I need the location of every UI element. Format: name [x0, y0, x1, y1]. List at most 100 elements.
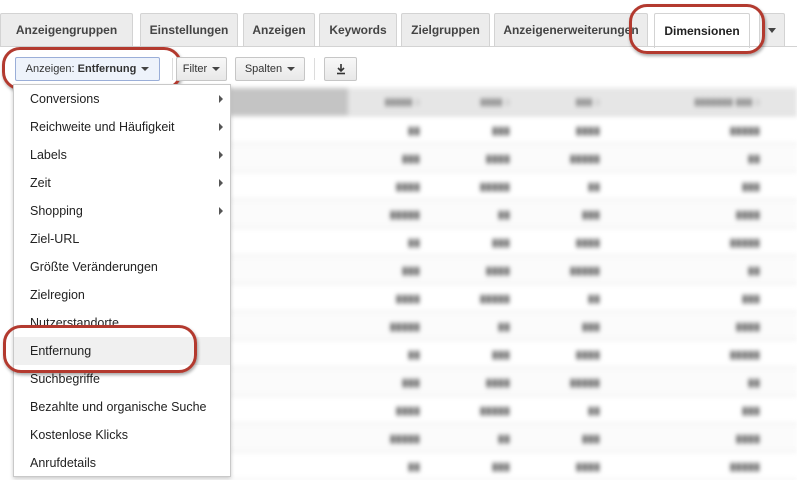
tab-anzeigengruppen[interactable]: Anzeigengruppen [0, 13, 133, 46]
table-cell: ▮▮▮ [491, 348, 510, 361]
table-row: ▮▮▮▮▮▮▮▮▮▮▮▮▮▮ [230, 116, 797, 144]
menu-item-ziel-url[interactable]: Ziel-URL [14, 225, 230, 253]
menu-item-label: Zeit [30, 176, 51, 190]
menu-item-label: Labels [30, 148, 67, 162]
table-cell: ▮▮ [587, 180, 600, 193]
view-value: Entfernung [77, 63, 137, 75]
menu-item-label: Shopping [30, 204, 83, 218]
tab-zielgruppen[interactable]: Zielgruppen [401, 13, 490, 46]
column-header: ▮▮▮▮▮ ↕ [384, 96, 420, 108]
sorted-column-header [230, 88, 348, 116]
filter-button[interactable]: Filter [176, 57, 227, 81]
tab-keywords[interactable]: Keywords [319, 13, 397, 46]
table-cell: ▮▮ [407, 348, 420, 361]
table-row: ▮▮▮▮▮▮▮▮▮▮▮▮▮▮ [230, 200, 797, 228]
table-cell: ▮▮▮▮ [575, 124, 600, 137]
menu-item-suchbegriffe[interactable]: Suchbegriffe [14, 365, 230, 393]
table-cell: ▮▮▮▮ [735, 320, 760, 333]
table-cell: ▮▮▮▮ [575, 460, 600, 473]
table-row: ▮▮▮▮▮▮▮▮▮▮▮▮▮▮ [230, 452, 797, 480]
column-header: ▮▮▮▮ ↕ [480, 96, 510, 108]
menu-item-zeit[interactable]: Zeit [14, 169, 230, 197]
table-row: ▮▮▮▮▮▮▮▮▮▮▮▮▮▮ [230, 396, 797, 424]
table-cell: ▮▮▮▮▮ [479, 180, 510, 193]
menu-item-label: Größte Veränderungen [30, 260, 158, 274]
menu-item-shopping[interactable]: Shopping [14, 197, 230, 225]
table-cell: ▮▮▮▮▮ [479, 292, 510, 305]
table-cell: ▮▮▮▮▮ [729, 348, 760, 361]
menu-item-label: Zielregion [30, 288, 85, 302]
table-cell: ▮▮▮▮ [735, 208, 760, 221]
table-cell: ▮▮▮ [581, 208, 600, 221]
menu-item-label: Conversions [30, 92, 100, 106]
menu-item-bezahlte-und-organische-suche[interactable]: Bezahlte und organische Suche [14, 393, 230, 421]
tab-label: Anzeigen [252, 23, 306, 37]
column-header: ▮▮▮▮▮▮▮ ▮▮▮ ↕ [694, 96, 760, 108]
table-cell: ▮▮▮▮ [485, 152, 510, 165]
table-row: ▮▮▮▮▮▮▮▮▮▮▮▮▮▮ [230, 144, 797, 172]
table-row: ▮▮▮▮▮▮▮▮▮▮▮▮▮▮ [230, 172, 797, 200]
tab-einstellungen[interactable]: Einstellungen [140, 13, 238, 46]
table-cell: ▮▮▮ [401, 376, 420, 389]
table-row: ▮▮▮▮▮▮▮▮▮▮▮▮▮▮ [230, 424, 797, 452]
tab-dimensionen[interactable]: Dimensionen [654, 13, 750, 48]
tab-label: Dimensionen [664, 24, 740, 38]
table-row: ▮▮▮▮▮▮▮▮▮▮▮▮▮▮ [230, 312, 797, 340]
table-cell: ▮▮ [407, 460, 420, 473]
menu-item-entfernung[interactable]: Entfernung [14, 337, 230, 365]
columns-label: Spalten [244, 63, 283, 75]
table-cell: ▮▮ [747, 264, 760, 277]
table-cell: ▮▮ [407, 236, 420, 249]
column-header: ▮▮▮ ↕ [575, 96, 600, 108]
menu-item-kostenlose-klicks[interactable]: Kostenlose Klicks [14, 421, 230, 449]
tab-label: Keywords [329, 23, 387, 37]
table-cell: ▮▮▮▮▮ [729, 236, 760, 249]
menu-item-anrufdetails[interactable]: Anrufdetails [14, 449, 230, 477]
tab-anzeigen[interactable]: Anzeigen [243, 13, 315, 46]
table-cell: ▮▮▮ [741, 404, 760, 417]
table-cell: ▮▮▮ [581, 432, 600, 445]
menu-item-label: Entfernung [30, 344, 92, 358]
menu-item-nutzerstandorte[interactable]: Nutzerstandorte [14, 309, 230, 337]
table-header: ▮▮▮▮▮ ↕ ▮▮▮▮ ↕ ▮▮▮ ↕ ▮▮▮▮▮▮▮ ▮▮▮ ↕ [230, 88, 797, 116]
view-selector-button[interactable]: Anzeigen: Entfernung [15, 57, 160, 81]
menu-item-labels[interactable]: Labels [14, 141, 230, 169]
columns-button[interactable]: Spalten [235, 57, 305, 81]
menu-item-label: Anrufdetails [30, 456, 97, 470]
menu-item-conversions[interactable]: Conversions [14, 85, 230, 113]
menu-item-label: Kostenlose Klicks [30, 428, 128, 442]
download-button[interactable] [324, 57, 357, 81]
menu-item-reichweite-und-häufigkeit[interactable]: Reichweite und Häufigkeit [14, 113, 230, 141]
table-cell: ▮▮▮▮ [485, 264, 510, 277]
table-cell: ▮▮ [407, 124, 420, 137]
tab-bar: Anzeigengruppen Einstellungen Anzeigen K… [0, 0, 797, 48]
table-cell: ▮▮▮▮▮ [389, 320, 420, 333]
tab-divider [0, 46, 797, 47]
table-cell: ▮▮▮ [491, 124, 510, 137]
table-cell: ▮▮ [587, 404, 600, 417]
table-cell: ▮▮▮ [741, 292, 760, 305]
data-table-blurred: ▮▮▮▮▮ ↕ ▮▮▮▮ ↕ ▮▮▮ ↕ ▮▮▮▮▮▮▮ ▮▮▮ ↕ ▮▮ ▮▮▮… [230, 88, 797, 480]
table-cell: ▮▮▮▮ [395, 292, 420, 305]
menu-item-größte-veränderungen[interactable]: Größte Veränderungen [14, 253, 230, 281]
table-row: ▮▮▮▮▮▮▮▮▮▮▮▮▮▮ [230, 256, 797, 284]
table-cell: ▮▮ [747, 152, 760, 165]
table-cell: ▮▮ [497, 432, 510, 445]
table-cell: ▮▮ [587, 292, 600, 305]
menu-item-label: Reichweite und Häufigkeit [30, 120, 175, 134]
menu-item-label: Nutzerstandorte [30, 316, 119, 330]
chevron-right-icon [219, 179, 223, 187]
table-cell: ▮▮ [497, 320, 510, 333]
menu-item-label: Bezahlte und organische Suche [30, 400, 207, 414]
menu-item-label: Suchbegriffe [30, 372, 100, 386]
menu-item-zielregion[interactable]: Zielregion [14, 281, 230, 309]
tab-more-button[interactable] [759, 13, 785, 46]
table-row: ▮▮▮▮▮▮▮▮▮▮▮▮▮▮ [230, 368, 797, 396]
tab-anzeigenerweiterungen[interactable]: Anzeigenerweiterungen [494, 13, 648, 46]
table-cell: ▮▮▮▮▮ [569, 152, 600, 165]
table-row: ▮▮▮▮▮▮▮▮▮▮▮▮▮▮ [230, 284, 797, 312]
table-cell: ▮▮▮▮ [395, 404, 420, 417]
chevron-right-icon [219, 151, 223, 159]
tab-label: Einstellungen [149, 23, 229, 37]
download-icon [336, 64, 345, 75]
